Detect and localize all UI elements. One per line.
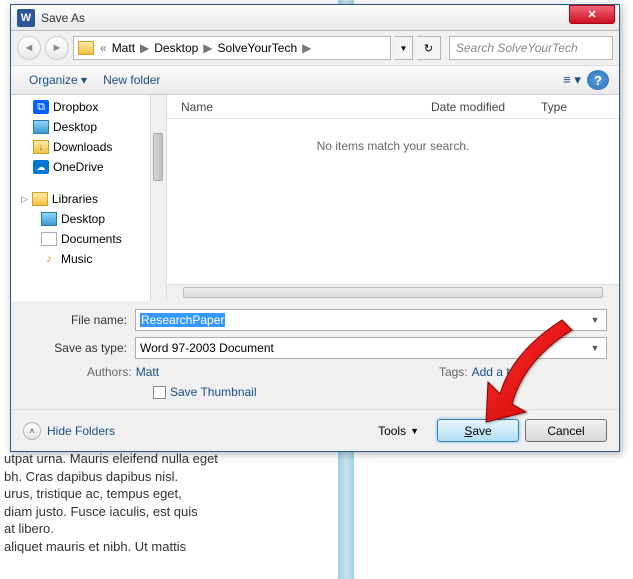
sidebar-libraries[interactable]: ▷Libraries [11, 189, 166, 209]
sidebar-lib-music[interactable]: ♪Music [11, 249, 166, 269]
tools-menu[interactable]: Tools ▼ [378, 424, 419, 438]
tags-label: Tags: [439, 365, 468, 379]
save-thumbnail-checkbox[interactable] [153, 386, 166, 399]
bottom-panel: File name: ResearchPaper ▼ Save as type:… [11, 301, 619, 409]
view-options[interactable]: ≡ ▾ [561, 70, 583, 90]
nav-sidebar: ⧉Dropbox Desktop Downloads ☁OneDrive ▷Li… [11, 95, 167, 301]
word-icon: W [17, 9, 35, 27]
content-hscroll[interactable] [167, 284, 619, 301]
col-type[interactable]: Type [527, 100, 581, 114]
chevron-up-icon: ˄ [23, 422, 41, 440]
filename-label: File name: [23, 313, 135, 327]
savetype-dropdown[interactable]: ▼ [587, 343, 603, 353]
search-input[interactable]: Search SolveYourTech [449, 36, 613, 60]
new-folder-button[interactable]: New folder [95, 69, 168, 91]
toolbar: Organize ▾ New folder ≡ ▾ ? [11, 65, 619, 95]
sidebar-scrollbar[interactable] [150, 95, 166, 301]
titlebar: W Save As ✕ [11, 5, 619, 31]
sidebar-desktop[interactable]: Desktop [11, 117, 166, 137]
dialog-footer: ˄ Hide Folders Tools ▼ Save Cancel [11, 409, 619, 451]
filename-dropdown[interactable]: ▼ [587, 315, 603, 325]
address-bar[interactable]: « Matt ▶ Desktop ▶ SolveYourTech ▶ [73, 36, 391, 60]
sidebar-dropbox[interactable]: ⧉Dropbox [11, 97, 166, 117]
col-name[interactable]: Name [167, 100, 417, 114]
crumb-1[interactable]: Desktop [151, 41, 201, 55]
back-button[interactable]: ◄ [17, 36, 41, 60]
organize-menu[interactable]: Organize ▾ [21, 69, 95, 91]
nav-bar: ◄ ► « Matt ▶ Desktop ▶ SolveYourTech ▶ ▼… [11, 31, 619, 65]
sidebar-downloads[interactable]: Downloads [11, 137, 166, 157]
address-dropdown[interactable]: ▼ [395, 36, 413, 60]
close-button[interactable]: ✕ [569, 5, 615, 24]
savetype-label: Save as type: [23, 341, 135, 355]
col-date[interactable]: Date modified [417, 100, 527, 114]
refresh-button[interactable]: ↻ [417, 36, 441, 60]
file-list: Name Date modified Type No items match y… [167, 95, 619, 301]
help-button[interactable]: ? [587, 70, 609, 90]
save-thumbnail-label: Save Thumbnail [170, 385, 257, 399]
folder-icon [78, 41, 94, 55]
empty-message: No items match your search. [167, 119, 619, 284]
crumb-2[interactable]: SolveYourTech [215, 41, 301, 55]
bg-text: utpat urna. Mauris eleifend nulla eget b… [4, 450, 629, 555]
column-headers: Name Date modified Type [167, 95, 619, 119]
sidebar-lib-desktop[interactable]: Desktop [11, 209, 166, 229]
hide-folders-toggle[interactable]: ˄ Hide Folders [23, 422, 115, 440]
tags-value[interactable]: Add a tag [472, 365, 523, 379]
save-as-dialog: W Save As ✕ ◄ ► « Matt ▶ Desktop ▶ Solve… [10, 4, 620, 452]
authors-value[interactable]: Matt [136, 365, 159, 379]
sidebar-onedrive[interactable]: ☁OneDrive [11, 157, 166, 177]
savetype-select[interactable]: Word 97-2003 Document ▼ [135, 337, 607, 359]
cancel-button[interactable]: Cancel [525, 419, 607, 442]
window-title: Save As [41, 11, 569, 25]
forward-button[interactable]: ► [45, 36, 69, 60]
crumb-0[interactable]: Matt [109, 41, 138, 55]
filename-input[interactable]: ResearchPaper ▼ [135, 309, 607, 331]
sidebar-lib-documents[interactable]: Documents [11, 229, 166, 249]
save-button[interactable]: Save [437, 419, 519, 442]
authors-label: Authors: [87, 365, 132, 379]
